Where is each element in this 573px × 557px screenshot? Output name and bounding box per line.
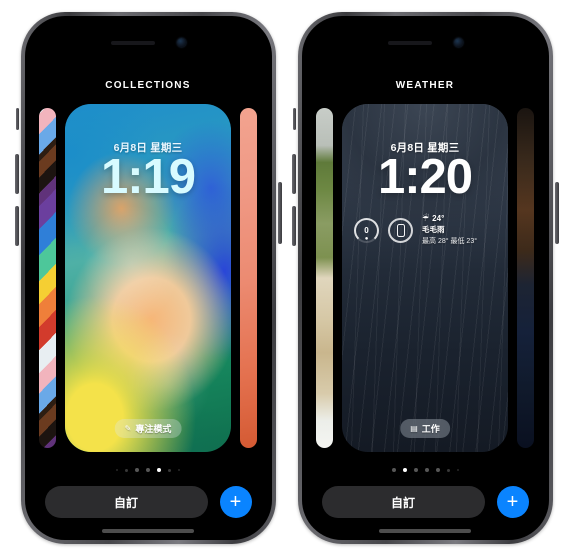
page-title-right: WEATHER [395,80,455,91]
salmon-gradient-thumbnail [240,108,257,448]
lock-time-right: 1:20 [377,150,473,204]
focus-mode-pill-left[interactable]: ✎ 專注模式 [114,419,182,438]
weather-top-row: ☔ 24° [422,214,477,223]
page-dot[interactable] [135,468,139,472]
earpiece-speaker-icon [110,40,155,45]
pride-stripes-thumbnail [39,108,56,448]
volume-up-button-right[interactable] [291,154,296,194]
page-dots-left[interactable] [25,468,272,472]
page-dot[interactable] [146,468,150,472]
page-dot[interactable] [178,469,180,471]
wallpaper-carousel-right[interactable]: 6月8日 星期三 1:20 0 ● ☔ 24° 毛毛雨 最高 28° 最低 23… [302,104,549,452]
gauge-marker-icon: ● [364,235,369,242]
iphone-device-right: WEATHER 6月8日 星期三 1:20 0 ● ☔ 24° 毛毛雨 最高 2… [291,12,559,544]
mute-switch-right[interactable] [292,108,296,130]
home-indicator-right[interactable] [379,529,471,533]
page-dot[interactable] [168,468,171,472]
focus-mode-pill-right[interactable]: ▤ 工作 [400,419,450,438]
screen-right: WEATHER 6月8日 星期三 1:20 0 ● ☔ 24° 毛毛雨 最高 2… [301,16,549,540]
page-dot[interactable] [391,468,396,472]
dynamic-island-left [25,38,272,47]
focus-mode-label-left: 專注模式 [135,424,172,434]
front-camera-icon [453,38,463,47]
front-camera-icon [176,38,186,47]
phone-outline-icon [388,217,413,243]
focus-mode-label-right: 工作 [421,424,440,434]
iphone-device-left: COLLECTIONS 6月8日 星期三 1:19 ✎ 專注模式 自訂 + [14,12,282,544]
weather-temperature: 24° [432,214,445,223]
add-wallpaper-button-left[interactable]: + [219,486,252,518]
wallpaper-preview-active-right[interactable]: 6月8日 星期三 1:20 0 ● ☔ 24° 毛毛雨 最高 28° 最低 23… [342,104,508,452]
power-button-right[interactable] [554,182,559,244]
wallpaper-preview-next-left[interactable] [240,108,257,448]
page-dots-right[interactable] [302,468,549,472]
customize-button-left[interactable]: 自訂 [44,486,208,518]
weather-high-low: 最高 28° 最低 23° [422,238,478,245]
wallpaper-preview-next-right[interactable] [517,108,534,448]
weather-summary-widget[interactable]: ☔ 24° 毛毛雨 最高 28° 最低 23° [422,214,477,246]
wallpaper-preview-active-left[interactable]: 6月8日 星期三 1:19 ✎ 專注模式 [65,104,231,452]
page-dot[interactable] [446,468,450,472]
mute-switch-left[interactable] [15,108,19,130]
focus-work-icon: ▤ [410,423,418,433]
lock-screen-widgets-right: 0 ● ☔ 24° 毛毛雨 最高 28° 最低 23° [354,214,496,246]
dark-portrait-photo-thumbnail [517,108,534,448]
earpiece-speaker-icon [387,40,432,45]
page-title-left: COLLECTIONS [105,80,191,91]
wallpaper-carousel-left[interactable]: 6月8日 星期三 1:19 ✎ 專注模式 [25,104,272,452]
page-dot[interactable] [413,468,418,472]
battery-phone-widget[interactable] [388,217,413,243]
home-indicator-left[interactable] [102,529,194,533]
wallpaper-preview-prev-left[interactable] [39,108,56,448]
green-field-photo-thumbnail [316,108,333,448]
screen-left: COLLECTIONS 6月8日 星期三 1:19 ✎ 專注模式 自訂 + [24,16,272,540]
add-wallpaper-button-right[interactable]: + [496,486,529,518]
page-dot[interactable] [424,468,429,472]
bottom-action-bar-left: 自訂 + [44,486,252,518]
bottom-action-bar-right: 自訂 + [321,486,529,518]
page-dot[interactable] [435,468,440,472]
rain-cloud-icon: ☔ [422,213,430,223]
page-dot-active[interactable] [157,468,161,472]
device-body-icon [396,223,405,237]
volume-up-button-left[interactable] [14,154,19,194]
page-dot-active[interactable] [402,468,407,472]
lock-time-left: 1:19 [100,150,196,204]
customize-button-right[interactable]: 自訂 [321,486,485,518]
volume-down-button-right[interactable] [291,206,296,246]
wallpaper-preview-prev-right[interactable] [316,108,333,448]
power-button-left[interactable] [277,182,282,244]
screenshot-stage: COLLECTIONS 6月8日 星期三 1:19 ✎ 專注模式 自訂 + WE… [0,0,573,557]
page-dot[interactable] [125,468,128,472]
air-quality-ring-widget[interactable]: 0 ● [354,217,379,243]
focus-pencil-icon: ✎ [124,423,132,433]
volume-down-button-left[interactable] [14,206,19,246]
weather-condition: 毛毛雨 [422,225,445,234]
page-dot[interactable] [116,469,118,471]
dynamic-island-right [302,38,549,47]
page-dot[interactable] [456,469,459,471]
